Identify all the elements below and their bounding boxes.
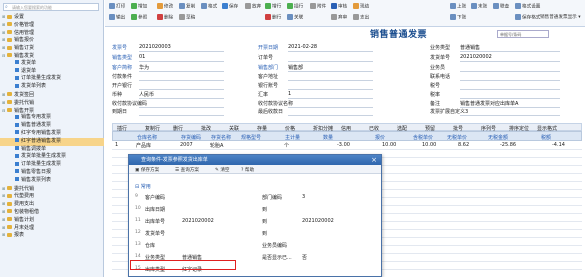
query-field-label: 仓库 [145, 243, 156, 249]
query-field-label: 出库日期 [145, 207, 166, 213]
query-row: 13 仓库 业务员编码 [135, 241, 375, 250]
close-icon[interactable]: × [371, 155, 377, 165]
dialog-toolbar-button-label: 清空 [220, 167, 230, 173]
query-field-label: 客户编码 [145, 195, 166, 201]
query-field-label: 到 [262, 207, 268, 213]
dialog-toolbar: ▣ 保存方案 ☰ 查询方案 ✎ 清空 ? 帮助 [129, 165, 381, 174]
dialog-title: 查询条件-发票参照发货出库单 [129, 155, 381, 165]
query-row: 9 客户编码 部门编码 3 [135, 193, 375, 202]
dialog-toolbar-button[interactable]: ▣ 保存方案 [135, 167, 159, 173]
query-field-label: 发货单号 [145, 231, 166, 237]
dialog-toolbar-button[interactable]: ✎ 清空 [215, 167, 230, 173]
query-field-label: 是否显示已... [262, 255, 292, 261]
row-number: 11 [135, 218, 141, 223]
query-field-label: 到 [262, 231, 268, 237]
query-field-value[interactable]: 2021020002 [302, 218, 334, 224]
query-row: 10 出库日期 到 [135, 205, 375, 214]
section-label-common: ⊟ 常用 [135, 184, 151, 190]
query-field-label: 业务员编码 [262, 243, 288, 249]
dialog-toolbar-button-label: 帮助 [244, 167, 255, 173]
query-field-value[interactable]: 2021020002 [182, 218, 214, 224]
highlight-box [130, 260, 236, 270]
row-number: 10 [135, 206, 141, 211]
grid-line [112, 149, 582, 150]
row-number: 14 [135, 254, 141, 259]
dialog-toolbar-button-label: 保存方案 [140, 167, 160, 173]
query-field-label: 出库单号 [145, 219, 166, 225]
query-field-label: 部门编码 [262, 195, 283, 201]
dialog-toolbar-button[interactable]: ? 帮助 [241, 167, 254, 173]
query-field-label: 到 [262, 219, 268, 225]
query-dialog: 查询条件-发票参照发货出库单 × ▣ 保存方案 ☰ 查询方案 ✎ 清空 ? 帮助 ⊟ … [128, 154, 382, 277]
query-field-value[interactable]: 否 [302, 254, 307, 261]
row-number: 13 [135, 242, 141, 247]
query-field-value[interactable]: 3 [302, 194, 305, 200]
dialog-toolbar-button-label: 查询方案 [180, 167, 199, 173]
query-row: 11 出库单号 2021020002 到 2021020002 [135, 217, 375, 226]
row-number: 12 [135, 230, 141, 235]
row-number: 9 [135, 194, 138, 199]
dialog-toolbar-button[interactable]: ☰ 查询方案 [175, 167, 199, 173]
query-row: 12 发货单号 到 [135, 229, 375, 238]
